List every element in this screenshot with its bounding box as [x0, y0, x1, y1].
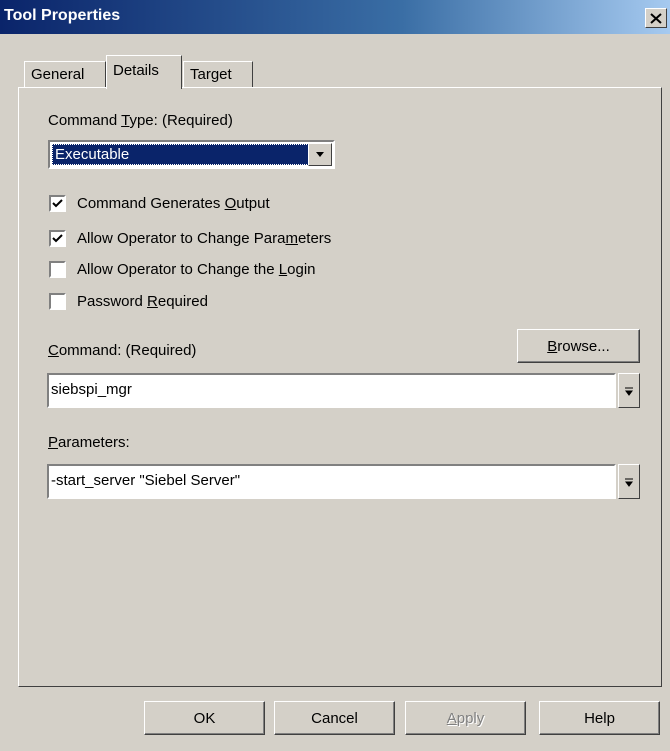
- command-type-dropdown-button[interactable]: [308, 143, 332, 166]
- checkbox-label-accel: m: [285, 229, 298, 247]
- checkbox-label-part: Allow Operator to Change Para: [77, 229, 286, 247]
- apply-label-accel: A: [446, 709, 457, 727]
- close-button[interactable]: [645, 8, 667, 28]
- checkbox-box[interactable]: [49, 229, 66, 247]
- ok-button-label: OK: [193, 709, 216, 727]
- checkbox-box[interactable]: [49, 194, 66, 212]
- checkbox-label-accel: L: [278, 260, 288, 278]
- apply-label-part: pply: [456, 709, 485, 727]
- close-icon: [650, 12, 662, 24]
- checkbox-label: Allow Operator to Change Parameters: [77, 230, 331, 247]
- checkbox-label: Allow Operator to Change the Login: [77, 261, 316, 278]
- checkbox-label-part: equired: [157, 292, 208, 310]
- tab-target-label: Target: [190, 66, 232, 83]
- browse-button-label: Browse...: [547, 338, 610, 355]
- command-type-label: Command Type: (Required): [48, 112, 233, 129]
- window-title: Tool Properties: [4, 7, 121, 24]
- checkbox-label-accel: R: [147, 292, 158, 310]
- browse-button[interactable]: Browse...: [517, 329, 640, 363]
- checkbox-box[interactable]: [49, 292, 66, 310]
- checkbox-label-part: Command Generates: [77, 194, 225, 212]
- checkbox-label-part: utput: [236, 194, 270, 212]
- command-type-label-part: ype: (Required): [129, 112, 233, 129]
- parameters-insert-button[interactable]: [618, 464, 640, 499]
- command-input[interactable]: siebspi_mgr: [47, 373, 616, 408]
- checkbox-allow-change-parameters[interactable]: Allow Operator to Change Parameters: [49, 227, 331, 249]
- command-type-label-part: Command: [48, 112, 122, 129]
- checkbox-label-part: Password: [77, 292, 148, 310]
- tool-properties-dialog: Tool Properties General Details Target C…: [0, 0, 670, 751]
- tab-general[interactable]: General: [24, 61, 106, 87]
- browse-label-accel: B: [547, 337, 558, 355]
- checkbox-label-part: ogin: [287, 260, 316, 278]
- checkbox-command-generates-output[interactable]: Command Generates Output: [49, 192, 270, 214]
- checkbox-label-accel: O: [224, 194, 237, 212]
- chevron-down-icon: [316, 151, 324, 157]
- checkmark-icon: [52, 233, 63, 242]
- checkbox-label: Command Generates Output: [77, 195, 270, 212]
- apply-button[interactable]: Apply: [405, 701, 526, 735]
- ok-button[interactable]: OK: [144, 701, 265, 735]
- menu-arrow-icon: [625, 387, 633, 396]
- help-button-label: Help: [584, 709, 615, 727]
- checkmark-icon: [52, 198, 63, 207]
- browse-label-part: rowse...: [557, 337, 610, 355]
- checkbox-allow-change-login[interactable]: Allow Operator to Change the Login: [49, 258, 316, 280]
- parameters-input[interactable]: -start_server "Siebel Server": [47, 464, 616, 499]
- parameters-label-part: arameters:: [58, 434, 130, 451]
- title-bar[interactable]: Tool Properties: [0, 0, 670, 34]
- menu-arrow-icon: [625, 478, 633, 487]
- tab-details-label: Details: [113, 62, 159, 79]
- tab-general-label: General: [31, 66, 85, 83]
- cancel-button[interactable]: Cancel: [274, 701, 395, 735]
- tab-target[interactable]: Target: [183, 61, 253, 87]
- command-label-accel: C: [48, 342, 59, 359]
- parameters-label: Parameters:: [48, 434, 130, 451]
- checkbox-box[interactable]: [49, 260, 66, 278]
- command-insert-button[interactable]: [618, 373, 640, 408]
- command-type-selected-value: Executable: [52, 144, 309, 165]
- apply-button-label: Apply: [447, 710, 485, 727]
- command-label-part: ommand: (Required): [58, 342, 197, 359]
- checkbox-password-required[interactable]: Password Required: [49, 290, 208, 312]
- cancel-button-label: Cancel: [311, 709, 358, 727]
- command-type-select[interactable]: Executable: [48, 140, 335, 169]
- checkbox-label-part: Allow Operator to Change the: [77, 260, 279, 278]
- checkbox-label-part: eters: [297, 229, 332, 247]
- help-button[interactable]: Help: [539, 701, 660, 735]
- checkbox-label: Password Required: [77, 293, 208, 310]
- tab-details[interactable]: Details: [106, 55, 182, 89]
- parameters-label-accel: P: [48, 434, 59, 451]
- command-label: Command: (Required): [48, 342, 196, 359]
